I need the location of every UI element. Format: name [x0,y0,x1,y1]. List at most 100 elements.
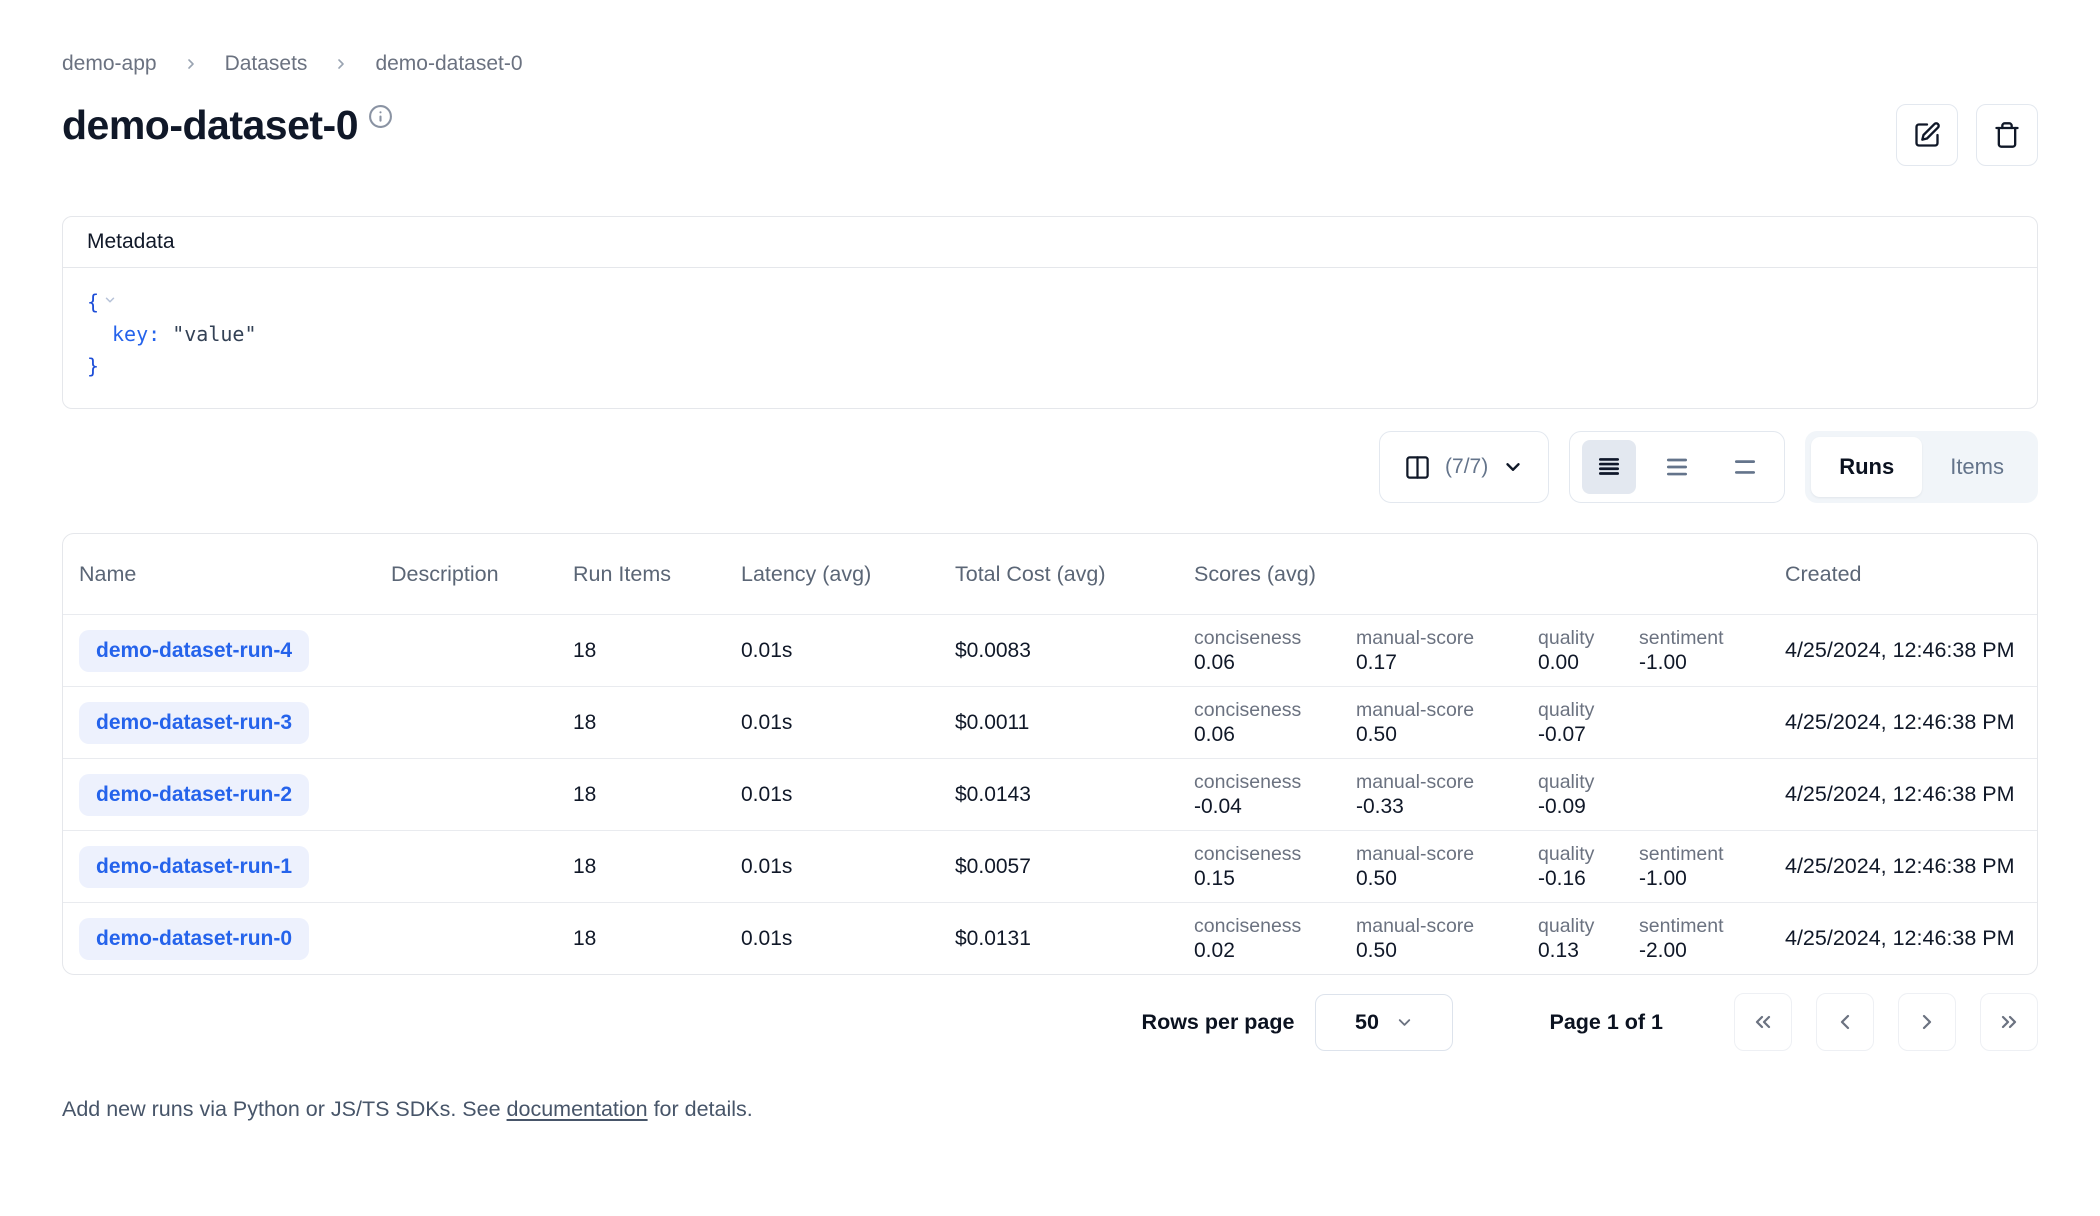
table-header-row: NameDescriptionRun ItemsLatency (avg)Tot… [63,534,2037,614]
pagination-bar: Rows per page 50 Page 1 of 1 [62,993,2038,1051]
latency-cell: 0.01s [725,639,939,663]
pagination-nav [1734,993,2038,1051]
latency-cell: 0.01s [725,855,939,879]
run-name-link[interactable]: demo-dataset-run-0 [79,918,309,960]
columns-icon [1404,454,1431,481]
score-sentiment: sentiment-2.00 [1639,915,1785,963]
scores-cell: conciseness0.02manual-score0.50quality0.… [1181,915,1785,963]
column-header-created[interactable]: Created [1785,562,2037,587]
row-height-small-button[interactable] [1582,440,1636,494]
view-tabs: Runs Items [1805,431,2038,503]
runs-table: NameDescriptionRun ItemsLatency (avg)Tot… [62,533,2038,975]
scores-cell: conciseness0.06manual-score0.17quality0.… [1181,627,1785,675]
column-header-latency-avg[interactable]: Latency (avg) [725,562,939,587]
column-visibility-button[interactable]: (7/7) [1379,431,1549,503]
first-page-button[interactable] [1734,993,1792,1051]
run-name-link[interactable]: demo-dataset-run-1 [79,846,309,888]
run-items-cell: 18 [557,927,725,951]
scores-cell: conciseness0.06manual-score0.50quality-0… [1181,699,1785,747]
table-toolbar: (7/7) Runs Items [62,431,2038,503]
total-cost-cell: $0.0083 [939,639,1181,663]
score-conciseness: conciseness0.06 [1194,699,1356,747]
page-header: demo-dataset-0 [62,102,2038,166]
created-cell: 4/25/2024, 12:46:38 PM [1785,926,2037,951]
column-header-name[interactable]: Name [63,562,375,587]
sdk-hint: Add new runs via Python or JS/TS SDKs. S… [62,1097,2038,1122]
page-title: demo-dataset-0 [62,102,358,149]
rows-medium-icon [1664,454,1690,480]
rows-tall-icon [1732,454,1758,480]
chevron-down-icon [1502,456,1524,478]
json-line-close: } [87,350,2013,382]
total-cost-cell: $0.0011 [939,711,1181,735]
edit-dataset-button[interactable] [1896,104,1958,166]
breadcrumb-item-project[interactable]: demo-app [62,52,157,76]
chevrons-left-icon [1751,1010,1775,1034]
score-quality: quality-0.16 [1538,843,1639,891]
column-header-total-cost-avg[interactable]: Total Cost (avg) [939,562,1181,587]
score-manual-score: manual-score0.50 [1356,843,1538,891]
documentation-link[interactable]: documentation [507,1097,648,1121]
run-items-cell: 18 [557,855,725,879]
tab-runs[interactable]: Runs [1811,437,1922,497]
column-count-label: (7/7) [1445,455,1488,479]
json-line-open[interactable]: { [87,286,2013,318]
table-row: demo-dataset-run-3180.01s$0.0011concisen… [63,686,2037,758]
breadcrumb-item-datasets[interactable]: Datasets [225,52,308,76]
row-height-large-button[interactable] [1718,440,1772,494]
column-header-scores-avg[interactable]: Scores (avg) [1181,562,1785,587]
next-page-button[interactable] [1898,993,1956,1051]
sdk-hint-text-before: Add new runs via Python or JS/TS SDKs. S… [62,1097,507,1121]
trash-icon [1993,121,2021,149]
chevron-right-icon [333,56,349,72]
table-row: demo-dataset-run-2 180.01s$0.0143concisen… [63,758,2037,830]
chevrons-right-icon [1997,1010,2021,1034]
previous-page-button[interactable] [1816,993,1874,1051]
delete-dataset-button[interactable] [1976,104,2038,166]
info-icon[interactable] [368,104,393,134]
created-cell: 4/25/2024, 12:46:38 PM [1785,854,2037,879]
row-height-medium-button[interactable] [1650,440,1704,494]
run-name-link[interactable]: demo-dataset-run-4 [79,630,309,672]
chevron-right-icon [1915,1010,1939,1034]
column-header-run-items[interactable]: Run Items [557,562,725,587]
score-sentiment: sentiment-1.00 [1639,843,1785,891]
json-line-key-value: key: "value" [87,318,2013,350]
chevron-down-icon[interactable] [103,290,117,314]
score-quality: quality0.00 [1538,627,1639,675]
metadata-json-viewer: { key: "value" } [63,268,2037,408]
page-indicator: Page 1 of 1 [1549,1010,1663,1035]
sdk-hint-text-after: for details. [648,1097,753,1121]
last-page-button[interactable] [1980,993,2038,1051]
run-name-link[interactable]: demo-dataset-run-2 [79,774,309,816]
total-cost-cell: $0.0143 [939,783,1181,807]
breadcrumb-item-current-dataset[interactable]: demo-dataset-0 [375,52,522,76]
metadata-panel: Metadata { key: "value" } [62,216,2038,409]
dataset-page: demo-app Datasets demo-dataset-0 demo-da… [0,52,2100,1122]
score-quality: quality-0.07 [1538,699,1639,747]
rows-per-page-value: 50 [1355,1010,1379,1035]
rows-per-page-label: Rows per page [1142,1010,1295,1035]
created-cell: 4/25/2024, 12:46:38 PM [1785,638,2037,663]
latency-cell: 0.01s [725,783,939,807]
latency-cell: 0.01s [725,711,939,735]
metadata-panel-title: Metadata [63,217,2037,268]
table-row: demo-dataset-run-1180.01s$0.0057concisen… [63,830,2037,902]
scores-cell: conciseness-0.04manual-score-0.33quality… [1181,771,1785,819]
score-conciseness: conciseness0.06 [1194,627,1356,675]
run-items-cell: 18 [557,783,725,807]
chevron-left-icon [1833,1010,1857,1034]
score-quality: quality0.13 [1538,915,1639,963]
total-cost-cell: $0.0057 [939,855,1181,879]
table-row: demo-dataset-run-0 180.01s$0.0131concisen… [63,902,2037,974]
score-manual-score: manual-score0.17 [1356,627,1538,675]
score-sentiment: sentiment-1.00 [1639,627,1785,675]
rows-per-page-select[interactable]: 50 [1315,994,1453,1051]
run-name-link[interactable]: demo-dataset-run-3 [79,702,309,744]
tab-items[interactable]: Items [1922,437,2032,497]
column-header-description[interactable]: Description [375,562,557,587]
total-cost-cell: $0.0131 [939,927,1181,951]
latency-cell: 0.01s [725,927,939,951]
run-items-cell: 18 [557,711,725,735]
created-cell: 4/25/2024, 12:46:38 PM [1785,782,2037,807]
